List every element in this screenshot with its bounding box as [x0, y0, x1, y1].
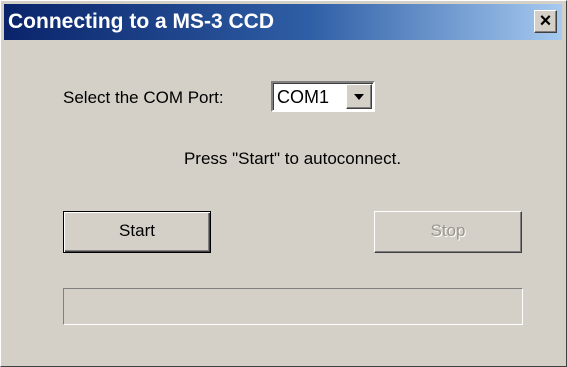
- com-port-label: Select the COM Port:: [63, 88, 224, 107]
- com-port-select[interactable]: COM1: [271, 81, 375, 112]
- start-button[interactable]: Start: [63, 211, 211, 253]
- connection-progress-bar: [63, 288, 523, 325]
- dialog-window: Connecting to a MS-3 CCD × Select the CO…: [0, 0, 567, 367]
- com-port-dropdown-button[interactable]: [346, 84, 372, 109]
- title-bar[interactable]: Connecting to a MS-3 CCD ×: [4, 4, 562, 40]
- close-button[interactable]: ×: [534, 10, 557, 33]
- instruction-text: Press "Start" to autoconnect.: [183, 149, 402, 168]
- com-port-value: COM1: [277, 87, 330, 107]
- stop-button: Stop: [374, 211, 522, 253]
- close-icon: ×: [539, 10, 552, 32]
- window-title: Connecting to a MS-3 CCD: [8, 10, 274, 33]
- chevron-down-icon: [354, 94, 364, 100]
